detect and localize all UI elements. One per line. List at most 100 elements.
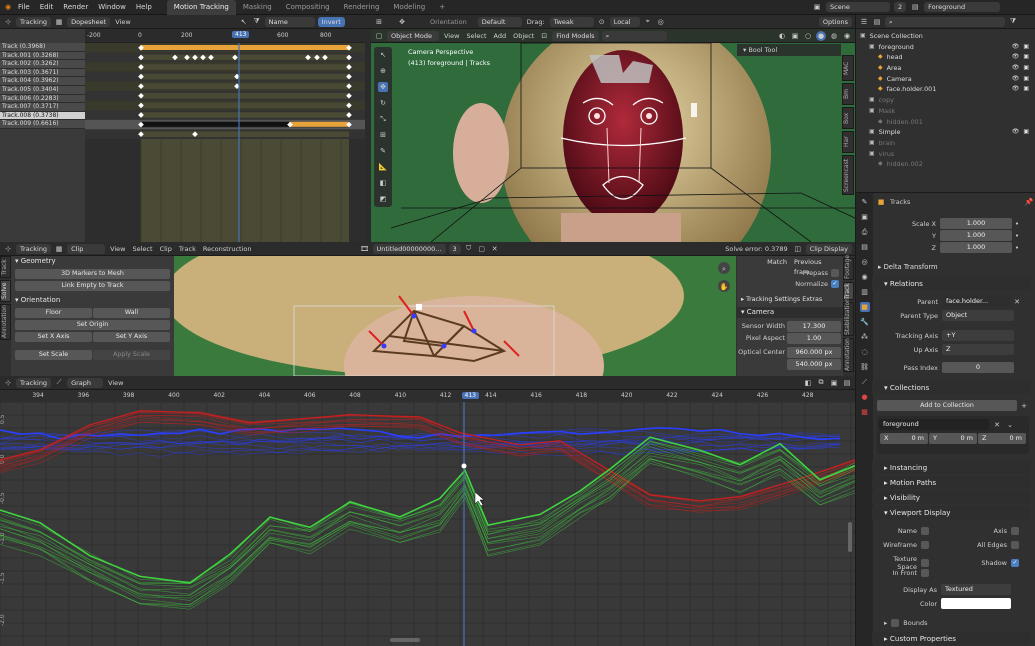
track-item[interactable]: Track (0.3968) (0, 43, 85, 52)
viewport-menu-object[interactable]: Object (511, 32, 536, 40)
clip-display-dropdown[interactable]: Clip Display (805, 243, 852, 254)
display-as-dropdown[interactable]: Textured (941, 584, 1011, 595)
unlink-icon[interactable]: ✕ (490, 244, 500, 254)
collection-offset-x[interactable]: X 0 m (880, 433, 928, 444)
parent-type-dropdown[interactable]: Object (942, 310, 1014, 321)
camera-section[interactable]: ▾ Camera (737, 307, 843, 318)
scale-x-field[interactable]: 1.000 (940, 218, 1012, 229)
output-tab-icon[interactable]: ⎙ (860, 227, 870, 237)
texture-tab-icon[interactable]: ▩ (860, 407, 870, 417)
viewport-search-input[interactable]: ⌕ (601, 30, 667, 41)
outliner-item[interactable]: ▣ Mask (856, 106, 1035, 117)
scene-tab-icon[interactable]: ◎ (860, 257, 870, 267)
dopesheet-mode-dropdown[interactable]: Tracking (16, 16, 52, 27)
render-camera-icon[interactable]: ▣ (1023, 84, 1029, 95)
editor-type-icon[interactable]: ⊞ (374, 17, 384, 27)
scale-tool-icon[interactable]: ⤡ (378, 114, 388, 124)
graph-selected-icon[interactable]: ⧉ (816, 378, 826, 388)
open-clip-icon[interactable]: ▢ (477, 244, 487, 254)
menu-render[interactable]: Render (58, 0, 93, 15)
bounds-row[interactable]: ▸ Bounds (884, 619, 927, 627)
orientation-section[interactable]: ▾ Orientation (11, 295, 174, 306)
collection-name-field[interactable]: foreground (879, 419, 989, 430)
snap-icon[interactable]: ⌖ (643, 17, 653, 27)
display-name-checkbox[interactable] (921, 527, 929, 535)
view-layer-tab-icon[interactable]: ▤ (860, 242, 870, 252)
clip-menu-select[interactable]: Select (131, 245, 155, 253)
track-item[interactable]: Track.005 (0.3404) (0, 85, 85, 95)
pan-hand-icon[interactable]: ✋ (719, 282, 729, 292)
outliner-item[interactable]: ◆ Area 👁 ▣ (856, 63, 1035, 74)
texture-space-checkbox[interactable] (921, 559, 929, 567)
fake-user-icon[interactable]: ⛉ (464, 244, 474, 254)
add-workspace-button[interactable]: + (432, 0, 452, 15)
tab-rendering[interactable]: Rendering (337, 0, 387, 15)
outliner-item[interactable]: ◆ Camera 👁 ▣ (856, 74, 1035, 85)
geometry-section[interactable]: ▾ Geometry (11, 256, 174, 267)
menu-edit[interactable]: Edit (35, 0, 59, 15)
apply-scale-button[interactable]: Apply Scale (93, 350, 170, 360)
add-cube-tool-icon[interactable]: ◧ (378, 178, 388, 188)
optical-center-y-field[interactable]: 540.000 px (787, 358, 841, 370)
color-swatch[interactable] (941, 598, 1011, 609)
tool-tab-icon[interactable]: ✎ (860, 197, 870, 207)
move-tool-icon[interactable]: ✥ (378, 82, 388, 92)
solid-shading-icon[interactable]: ● (816, 30, 826, 41)
pivot-dropdown[interactable]: Local (609, 16, 640, 27)
collection-tab-icon[interactable]: ▥ (860, 287, 870, 297)
custom-properties-section[interactable]: ▸ Custom Properties (872, 632, 1030, 645)
set-y-axis-button[interactable]: Set Y Axis (93, 332, 170, 342)
modifier-tab-icon[interactable]: 🔧 (860, 317, 870, 327)
xray-icon[interactable]: ▣ (790, 31, 800, 41)
options-dropdown[interactable]: Options (818, 16, 852, 27)
wall-button[interactable]: Wall (93, 308, 170, 318)
clip-menu-reconstruction[interactable]: Reconstruction (201, 245, 254, 253)
clip-mode-dropdown[interactable]: Tracking (16, 243, 52, 254)
track-item[interactable]: Track.002 (0.3262) (0, 60, 85, 69)
graph-mode-dropdown[interactable]: Tracking (16, 377, 52, 388)
up-axis-dropdown[interactable]: Z (942, 344, 1014, 355)
keyframe-canvas[interactable] (85, 43, 365, 242)
right-tab-footage[interactable]: Footage (843, 255, 854, 280)
material-tab-icon[interactable]: ● (860, 392, 870, 402)
outliner-item[interactable]: ◆ face.holder.001 👁 ▣ (856, 84, 1035, 95)
visibility-section[interactable]: ▸ Visibility (872, 491, 1030, 504)
tab-motion-tracking[interactable]: Motion Tracking (166, 0, 236, 15)
left-tab-track[interactable]: Track (0, 256, 11, 278)
remove-collection-icon[interactable]: ✕ (992, 420, 1002, 430)
all-edges-checkbox[interactable] (1011, 541, 1019, 549)
object-mode-dropdown[interactable]: Object Mode (387, 30, 439, 41)
tab-compositing[interactable]: Compositing (279, 0, 337, 15)
display-mode-icon[interactable]: ▤ (872, 17, 882, 27)
rotate-tool-icon[interactable]: ↻ (378, 98, 388, 108)
wireframe-shading-icon[interactable]: ○ (803, 31, 813, 41)
clip-type-dropdown[interactable]: Clip (67, 243, 106, 254)
clear-parent-icon[interactable]: ✕ (1012, 297, 1022, 307)
pin-icon[interactable]: 📌 (1024, 197, 1034, 207)
menu-window[interactable]: Window (93, 0, 131, 15)
zoom-icon[interactable]: ⌕ (719, 264, 729, 274)
orientation-dropdown[interactable]: Default (477, 16, 522, 27)
collection-offset-y[interactable]: Y 0 m (929, 433, 977, 444)
current-frame-badge[interactable]: 413 (232, 31, 250, 38)
frame-ruler[interactable]: -200 0 200 413 600 800 (85, 29, 365, 43)
track-item[interactable]: Track.004 (0.3962) (0, 77, 85, 86)
particles-tab-icon[interactable]: ⁂ (860, 332, 870, 342)
right-tab-stabilization[interactable]: Stabilization (843, 298, 854, 336)
shadow-checkbox[interactable]: ✓ (1011, 559, 1019, 567)
viewport-menu-view[interactable]: View (442, 32, 461, 40)
side-tab-screencast[interactable]: Screencast (842, 155, 854, 195)
normalize-checkbox[interactable]: ✓ (831, 279, 839, 288)
sort-dropdown[interactable]: Name (264, 16, 315, 27)
outliner-item[interactable]: ▣ Scene Collection (856, 31, 1035, 42)
editor-type-icon[interactable]: ⊹ (3, 378, 13, 388)
pass-index-field[interactable]: 0 (942, 362, 1014, 373)
keyframe-dot-icon[interactable]: • (1012, 243, 1022, 253)
set-origin-button[interactable]: Set Origin (15, 320, 170, 330)
material-shading-icon[interactable]: ◍ (829, 31, 839, 41)
side-tab-box[interactable]: Box (842, 107, 854, 129)
editor-type-icon[interactable]: ☰ (859, 17, 869, 27)
track-item[interactable]: Track.006 (0.2283) (0, 94, 85, 104)
markers-to-mesh-button[interactable]: 3D Markers to Mesh (15, 269, 170, 279)
sensor-width-field[interactable]: 17.300 (787, 320, 841, 332)
